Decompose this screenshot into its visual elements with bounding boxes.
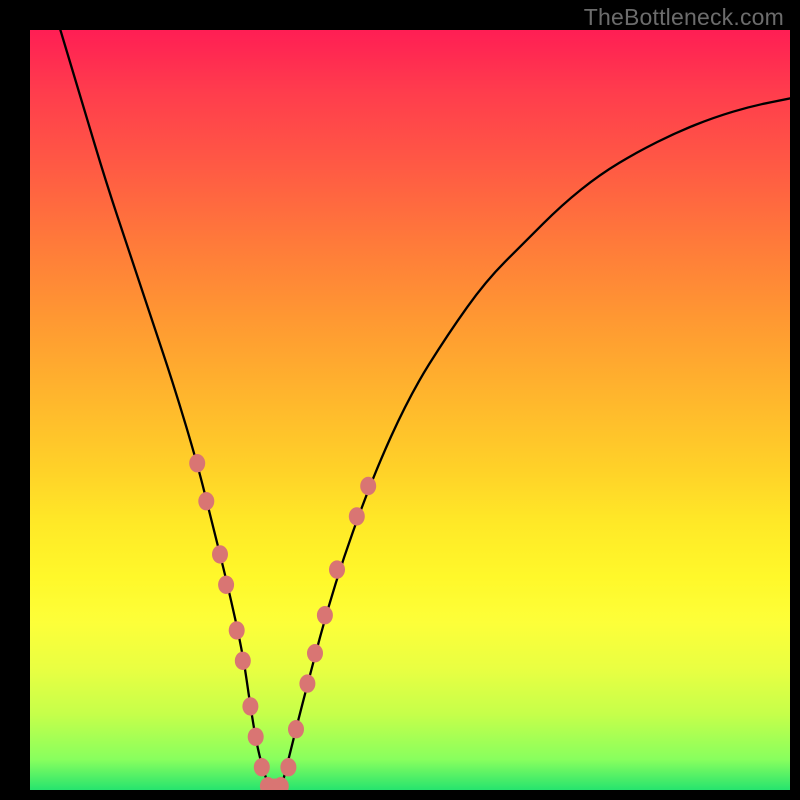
marker-point bbox=[360, 477, 376, 495]
marker-point bbox=[317, 606, 333, 624]
marker-point bbox=[280, 758, 296, 776]
marker-point bbox=[288, 720, 304, 738]
marker-point bbox=[242, 697, 258, 715]
bottleneck-curve bbox=[60, 30, 790, 790]
plot-area bbox=[30, 30, 790, 790]
marker-point bbox=[229, 621, 245, 639]
marker-point bbox=[189, 454, 205, 472]
marker-point bbox=[349, 507, 365, 525]
marker-point bbox=[235, 652, 251, 670]
marker-point bbox=[212, 545, 228, 563]
highlight-markers bbox=[189, 454, 376, 790]
marker-point bbox=[329, 560, 345, 578]
marker-point bbox=[248, 728, 264, 746]
marker-point bbox=[254, 758, 270, 776]
chart-svg bbox=[30, 30, 790, 790]
watermark-text: TheBottleneck.com bbox=[584, 4, 784, 31]
chart-frame: TheBottleneck.com bbox=[0, 0, 800, 800]
marker-point bbox=[198, 492, 214, 510]
marker-point bbox=[218, 576, 234, 594]
marker-point bbox=[299, 674, 315, 692]
marker-point bbox=[307, 644, 323, 662]
